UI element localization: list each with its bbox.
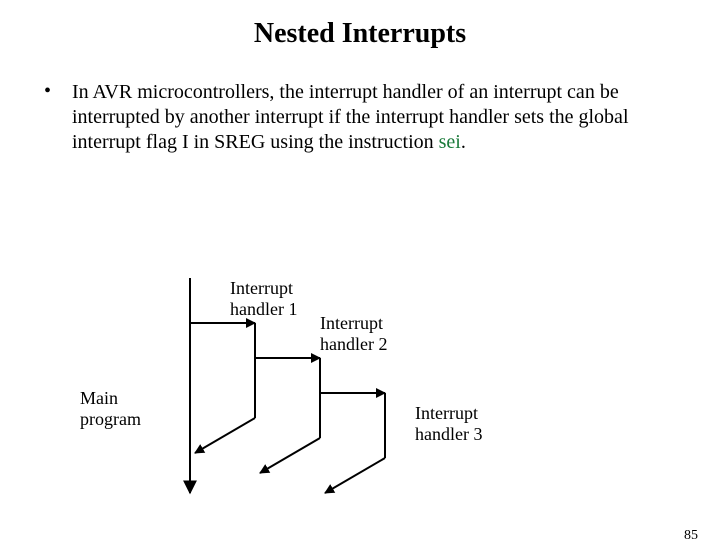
label-main-program: Main program — [80, 388, 141, 429]
label-handler-2: Interrupt handler 2 — [320, 313, 387, 354]
label-h1-l1: Interrupt — [230, 278, 293, 298]
label-main-l2: program — [80, 409, 141, 429]
bullet-item: • In AVR microcontrollers, the interrupt… — [40, 80, 680, 155]
label-handler-1: Interrupt handler 1 — [230, 278, 297, 319]
label-h3-l2: handler 3 — [415, 424, 482, 444]
sei-keyword: sei — [439, 131, 461, 153]
nested-interrupt-diagram: Main program Interrupt handler 1 Interru… — [80, 278, 640, 508]
bullet-text-pre: In AVR microcontrollers, the interrupt h… — [72, 81, 629, 153]
label-h2-l1: Interrupt — [320, 313, 383, 333]
page-number: 85 — [684, 528, 698, 544]
label-h3-l1: Interrupt — [415, 403, 478, 423]
label-h1-l2: handler 1 — [230, 299, 297, 319]
bullet-mark: • — [40, 80, 72, 155]
label-handler-3: Interrupt handler 3 — [415, 403, 482, 444]
label-h2-l2: handler 2 — [320, 334, 387, 354]
bullet-text-post: . — [461, 131, 466, 153]
bullet-list: • In AVR microcontrollers, the interrupt… — [40, 80, 680, 155]
label-main-l1: Main — [80, 388, 118, 408]
bullet-text: In AVR microcontrollers, the interrupt h… — [72, 80, 680, 155]
slide-title: Nested Interrupts — [0, 18, 720, 50]
